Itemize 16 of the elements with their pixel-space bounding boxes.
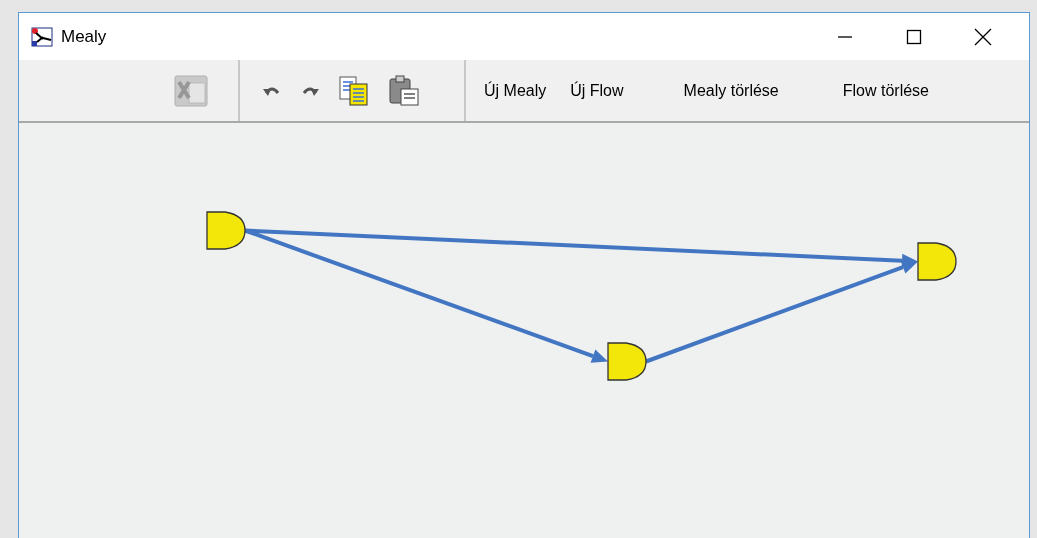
toolbar-button[interactable]: Flow törlése [840, 77, 931, 104]
app-logo-icon [31, 26, 53, 47]
state-node[interactable] [206, 211, 246, 250]
toolbar-button[interactable]: Új Mealy [482, 77, 549, 104]
state-node[interactable] [917, 242, 957, 281]
toolbar-button[interactable]: Új Flow [568, 77, 626, 104]
copy-icon [338, 74, 370, 107]
toolbar-button[interactable]: Mealy törlése [681, 77, 781, 104]
state-node[interactable] [607, 342, 647, 381]
paste-icon [388, 74, 420, 107]
spreadsheet-icon [174, 74, 208, 107]
maximize-icon [906, 28, 922, 45]
minimize-icon [837, 35, 853, 38]
window-title: Mealy [61, 26, 108, 47]
close-icon [974, 27, 992, 46]
paste-button[interactable] [386, 72, 422, 109]
